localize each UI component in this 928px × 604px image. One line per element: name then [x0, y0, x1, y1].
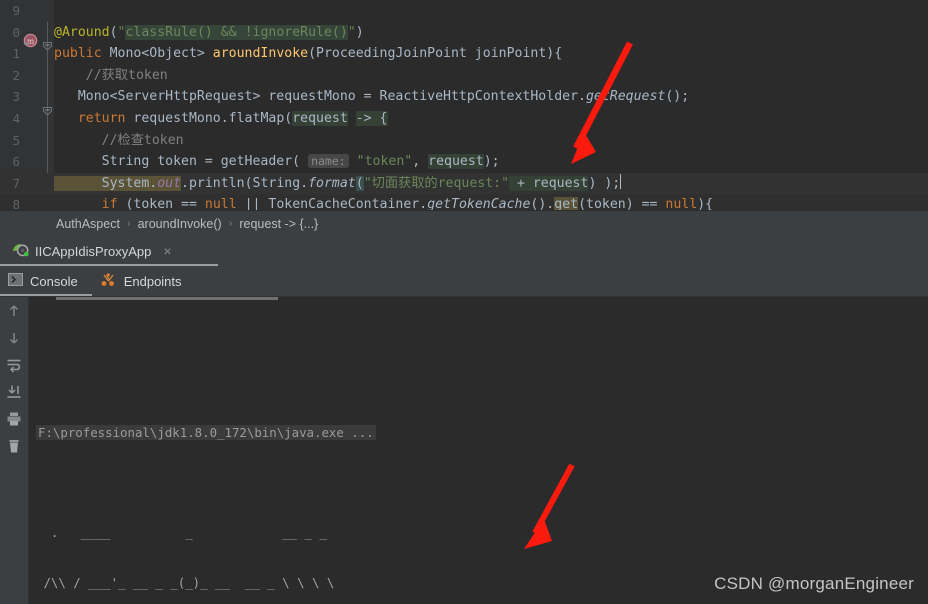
java-command-line: F:\professional\jdk1.8.0_172\bin\java.ex… [36, 425, 376, 441]
code-text: public Mono<Object> aroundInvoke(Proceed… [54, 46, 563, 62]
line-number: 6 [12, 154, 20, 170]
code-line[interactable]: 3 Mono<ServerHttpRequest> requestMono = … [0, 86, 928, 108]
breadcrumb-separator-icon: › [126, 217, 131, 230]
horizontal-scrollbar-thumb[interactable] [56, 297, 278, 300]
line-number: 2 [12, 67, 20, 83]
tab-console[interactable]: Console [0, 266, 92, 296]
run-tool-window: IICAppIdisProxyApp × Console Endpoints F… [0, 236, 928, 604]
spring-banner-line: . ____ _ __ _ _ [36, 525, 327, 541]
run-subtabs[interactable]: Console Endpoints [0, 266, 928, 297]
code-line[interactable]: 8 if (token == null || TokenCacheContain… [0, 194, 928, 210]
tab-endpoints-label: Endpoints [123, 273, 182, 289]
code-lines[interactable]: 9 0 @Around("classRule() && !ignoreRule()"… [0, 0, 928, 210]
breadcrumb-item-method[interactable]: aroundInvoke() [138, 217, 222, 231]
code-text: @Around("classRule() && !ignoreRule()") [54, 24, 364, 40]
code-line[interactable]: 6 String token = getHeader( name: "token… [0, 151, 928, 173]
console-icon [8, 273, 23, 289]
code-text: System.out.println(String.format("切面获取的r… [54, 173, 622, 191]
code-line[interactable]: 9 [0, 0, 928, 22]
line-number: 4 [12, 110, 20, 126]
code-text: String token = getHeader( name: "token",… [54, 154, 500, 170]
code-line[interactable]: 4 return requestMono.flatMap(request -> … [0, 108, 928, 130]
breadcrumb[interactable]: AuthAspect › aroundInvoke() › request ->… [0, 210, 928, 236]
breadcrumb-item-class[interactable]: AuthAspect [56, 217, 120, 231]
console-output[interactable]: F:\professional\jdk1.8.0_172\bin\java.ex… [28, 297, 928, 604]
breadcrumb-item-lambda[interactable]: request -> {...} [239, 217, 318, 231]
run-configuration-tabs[interactable]: IICAppIdisProxyApp × [0, 236, 928, 266]
line-number: 9 [12, 3, 20, 18]
spring-boot-leaf-icon [12, 242, 29, 260]
text-caret [620, 173, 622, 189]
code-line[interactable]: 0 @Around("classRule() && !ignoreRule()") [0, 22, 928, 44]
line-number: 0 [12, 24, 20, 40]
watermark: CSDN @morganEngineer [714, 574, 914, 593]
scroll-up-icon[interactable] [6, 303, 22, 319]
endpoints-icon [100, 272, 117, 290]
code-line[interactable]: 2 //获取token [0, 65, 928, 87]
run-tab-iicappidisproxyapp[interactable]: IICAppIdisProxyApp × [0, 236, 180, 266]
code-text: //检查token [54, 132, 184, 148]
soft-wrap-icon[interactable] [6, 357, 22, 373]
code-text: //获取token [54, 67, 168, 83]
line-number: 3 [12, 89, 20, 105]
tab-endpoints[interactable]: Endpoints [92, 266, 196, 296]
code-text: if (token == null || TokenCacheContainer… [54, 194, 713, 210]
code-line[interactable]: 5 //检查token [0, 130, 928, 152]
code-line[interactable]: 7 System.out.println(String.format("切面获取… [0, 172, 928, 195]
line-number: 8 [12, 197, 20, 210]
line-number: 7 [12, 175, 20, 191]
print-icon[interactable] [6, 411, 22, 427]
tab-console-label: Console [30, 273, 78, 289]
run-tab-label: IICAppIdisProxyApp [35, 243, 152, 259]
intellij-idea-window: m 9 0 @Around("classRule() && !ignoreRule(… [0, 0, 928, 604]
line-number: 1 [12, 46, 20, 62]
console-left-divider [28, 297, 29, 604]
breadcrumb-separator-icon: › [228, 217, 233, 230]
clear-all-icon[interactable] [6, 438, 22, 454]
scroll-to-end-icon[interactable] [6, 384, 22, 400]
line-number: 5 [12, 132, 20, 148]
code-editor[interactable]: m 9 0 @Around("classRule() && !ignoreRule(… [0, 0, 928, 210]
console-panel: F:\professional\jdk1.8.0_172\bin\java.ex… [0, 297, 928, 604]
code-text: Mono<ServerHttpRequest> requestMono = Re… [54, 89, 690, 105]
code-text: return requestMono.flatMap(request -> { [77, 110, 388, 126]
close-icon[interactable]: × [163, 244, 171, 258]
scroll-down-icon[interactable] [6, 330, 22, 346]
code-line[interactable]: 1 public Mono<Object> aroundInvoke(Procee… [0, 43, 928, 65]
console-toolbar[interactable] [0, 297, 28, 604]
